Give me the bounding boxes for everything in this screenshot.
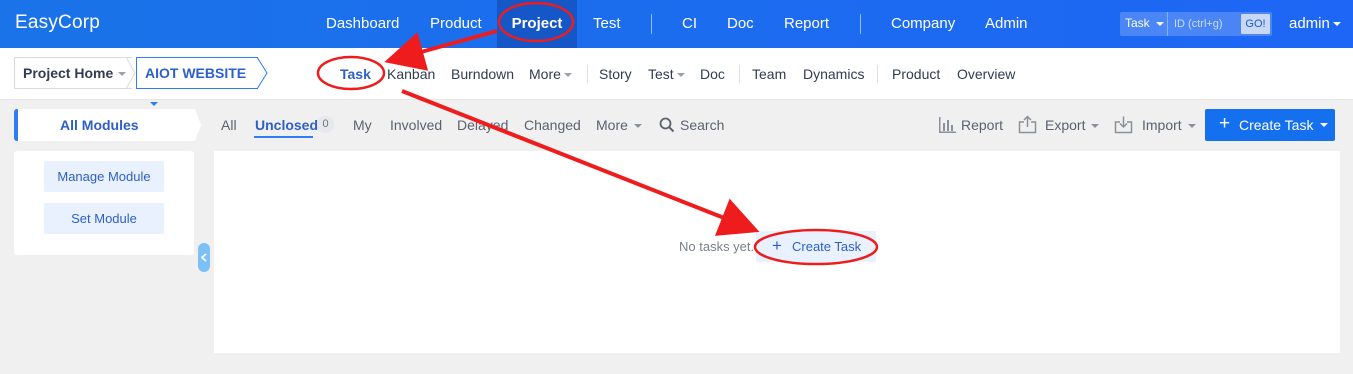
empty-create-task-label: Create Task <box>792 239 862 254</box>
breadcrumb-arrow-icon <box>126 57 136 89</box>
create-task-label: Create Task <box>1239 117 1314 133</box>
filter-all[interactable]: All <box>221 117 237 133</box>
chevron-down-icon <box>1187 124 1196 129</box>
subnav-story[interactable]: Story <box>599 66 632 82</box>
subnav-kanban[interactable]: Kanban <box>387 66 435 82</box>
module-panel: Manage Module Set Module <box>14 151 194 255</box>
subnav-team[interactable]: Team <box>752 66 786 82</box>
all-modules-tab[interactable]: All Modules <box>14 109 195 141</box>
breadcrumb-label: AIOT WEBSITE <box>145 65 247 81</box>
search-icon <box>659 117 675 133</box>
chevron-down-icon <box>633 124 642 129</box>
chevron-down-icon <box>1156 22 1164 26</box>
user-name: admin <box>1289 15 1330 32</box>
quick-search: Task GO! <box>1120 12 1272 36</box>
chevron-down-icon <box>1320 123 1328 127</box>
user-menu[interactable]: admin <box>1289 15 1341 32</box>
sidebar-collapse-handle[interactable] <box>198 243 210 272</box>
top-navbar: EasyCorp Dashboard Product Project Test … <box>0 0 1353 48</box>
nav-ci[interactable]: CI <box>667 0 712 48</box>
empty-message: No tasks yet. <box>679 239 755 254</box>
nav-doc[interactable]: Doc <box>712 0 769 48</box>
breadcrumb-arrow-icon <box>257 57 268 89</box>
breadcrumb-project-home[interactable]: Project Home <box>14 57 132 89</box>
chevron-down-icon <box>1091 124 1100 129</box>
subnav-product[interactable]: Product <box>892 66 940 82</box>
nav-company[interactable]: Company <box>876 0 970 48</box>
subnav-divider <box>739 65 740 83</box>
filter-my[interactable]: My <box>353 117 372 133</box>
filter-more[interactable]: More <box>596 117 642 133</box>
chevron-down-icon <box>150 102 158 107</box>
search-type-select[interactable]: Task <box>1125 16 1150 30</box>
breadcrumb-label: Project Home <box>23 65 114 81</box>
create-task-button[interactable]: + Create Task <box>1205 109 1335 141</box>
all-modules-label: All Modules <box>60 117 139 133</box>
subnav-divider <box>877 65 878 83</box>
nav-dashboard[interactable]: Dashboard <box>311 0 414 48</box>
filter-involved[interactable]: Involved <box>390 117 442 133</box>
subnav-burndown[interactable]: Burndown <box>451 66 514 82</box>
subnav-overview[interactable]: Overview <box>957 66 1015 82</box>
filter-unclosed[interactable]: Unclosed <box>255 117 318 133</box>
unclosed-count-badge: 0 <box>317 116 334 133</box>
subnav-more-label: More <box>529 66 561 82</box>
export-button[interactable]: Export <box>1045 117 1100 133</box>
active-filter-underline <box>254 136 313 138</box>
nav-admin[interactable]: Admin <box>970 0 1043 48</box>
go-button[interactable]: GO! <box>1241 14 1270 34</box>
subnav-test[interactable]: Test <box>648 66 685 82</box>
plus-icon: + <box>1219 113 1231 134</box>
import-icon <box>1114 116 1133 134</box>
search-toggle[interactable]: Search <box>680 117 724 133</box>
chevron-down-icon <box>676 73 685 78</box>
plus-icon: + <box>772 236 782 255</box>
filter-changed[interactable]: Changed <box>524 117 581 133</box>
subnav-divider <box>587 65 588 83</box>
subnav-test-label: Test <box>648 66 674 82</box>
search-input[interactable] <box>1167 12 1239 36</box>
import-button[interactable]: Import <box>1142 117 1196 133</box>
import-label: Import <box>1142 117 1182 133</box>
empty-create-task-button[interactable]: + Create Task <box>756 231 876 262</box>
tab-pointer <box>195 109 201 141</box>
project-subnav: Project Home AIOT WEBSITE Task Kanban Bu… <box>0 48 1353 107</box>
subnav-doc[interactable]: Doc <box>700 66 725 82</box>
export-icon <box>1018 115 1037 134</box>
chevron-down-icon <box>563 73 572 78</box>
subnav-more[interactable]: More <box>529 66 572 82</box>
filter-more-label: More <box>596 117 628 133</box>
breadcrumb-project-selector[interactable]: AIOT WEBSITE <box>136 57 258 107</box>
report-button[interactable]: Report <box>961 117 1003 133</box>
chevron-left-icon <box>201 253 207 262</box>
nav-divider <box>651 14 652 34</box>
brand-logo[interactable]: EasyCorp <box>15 12 100 34</box>
export-label: Export <box>1045 117 1086 133</box>
filter-delayed[interactable]: Delayed <box>457 117 508 133</box>
nav-product[interactable]: Product <box>415 0 497 48</box>
report-chart-icon <box>939 117 956 133</box>
subnav-task[interactable]: Task <box>340 66 371 82</box>
nav-test[interactable]: Test <box>578 0 636 48</box>
task-list-panel: No tasks yet. + Create Task <box>214 151 1340 353</box>
nav-divider <box>860 14 861 34</box>
set-module-button[interactable]: Set Module <box>44 203 164 234</box>
nav-report[interactable]: Report <box>769 0 844 48</box>
manage-module-button[interactable]: Manage Module <box>44 161 164 192</box>
subnav-dynamics[interactable]: Dynamics <box>803 66 864 82</box>
chevron-down-icon <box>1332 22 1341 27</box>
nav-project[interactable]: Project <box>497 0 577 48</box>
